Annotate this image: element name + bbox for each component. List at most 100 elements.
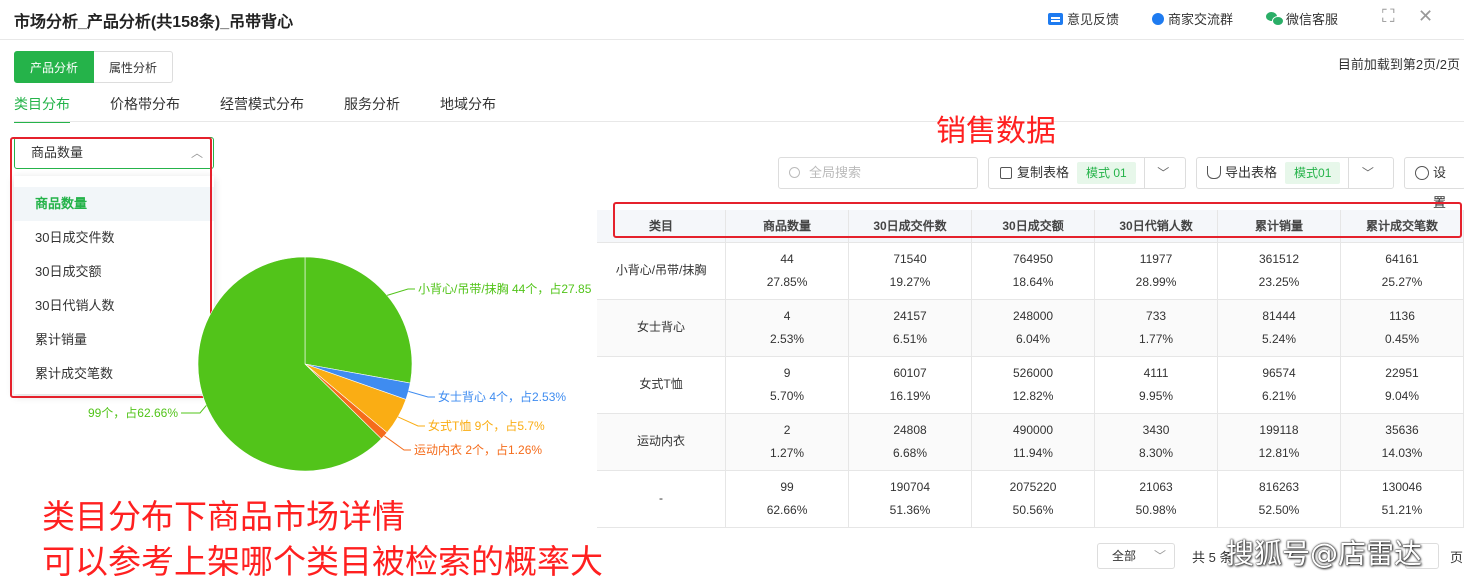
settings-button[interactable]: 设置 (1404, 157, 1464, 210)
cell-percent: 9.95% (1139, 388, 1174, 403)
value-cell: 64161 25.27% (1340, 242, 1464, 300)
cell-value: 526000 (1013, 365, 1054, 380)
cell-percent: 11.94% (1013, 445, 1053, 460)
tab-region[interactable]: 地域分布 (440, 94, 496, 123)
cell-value: 361512 (1258, 251, 1300, 266)
value-cell: 44 27.85% (725, 242, 850, 300)
value-cell: 248000 6.04% (971, 299, 1096, 357)
tab-price-band[interactable]: 价格带分布 (110, 94, 180, 123)
col-header-30d-resellers[interactable]: 30日代销人数 (1094, 210, 1219, 243)
value-cell: 81444 5.24% (1217, 299, 1341, 357)
pie-leader-line (408, 390, 435, 398)
cell-percent: 6.21% (1261, 388, 1297, 403)
cell-percent: 8.30% (1139, 445, 1174, 460)
cell-value: 96574 (1262, 365, 1296, 380)
cell-value: 99 (780, 479, 794, 494)
cell-percent: 52.50% (1258, 502, 1300, 517)
cell-percent: 2.53% (770, 331, 805, 346)
page-size-select[interactable]: 全部 ﹀ (1097, 543, 1175, 569)
tab-business-mode[interactable]: 经营模式分布 (220, 94, 304, 123)
export-table-label: 导出表格 (1225, 165, 1278, 180)
value-cell: 21063 50.98% (1094, 470, 1219, 528)
cell-value: 4111 (1143, 365, 1169, 380)
pie-leader-line (386, 288, 415, 296)
cell-value: 44 (780, 251, 794, 266)
value-cell: 60107 16.19% (848, 356, 972, 414)
close-icon[interactable]: ✕ (1418, 6, 1433, 27)
tab-service[interactable]: 服务分析 (344, 94, 400, 123)
copy-chevron-down-icon[interactable]: ﹀ (1143, 158, 1182, 188)
cell-value: 4 (783, 308, 791, 323)
value-cell: 35636 14.03% (1340, 413, 1464, 471)
export-table-button[interactable]: 导出表格 模式01 ﹀ (1196, 157, 1394, 189)
cell-value: 2 (783, 422, 791, 437)
cell-percent: 50.56% (1012, 502, 1054, 517)
metric-option-product-count[interactable]: 商品数量 (14, 187, 214, 221)
cell-percent: 50.98% (1135, 502, 1177, 517)
value-cell: 9 5.70% (725, 356, 850, 414)
cell-value: 81444 (1262, 308, 1296, 323)
cell-value: 816263 (1258, 479, 1300, 494)
value-cell: 22951 9.04% (1340, 356, 1464, 414)
pie-label: 运动内衣 2个，占1.26% (414, 442, 542, 457)
pie-label: 女式T恤 9个，占5.7% (428, 418, 545, 433)
annotation-line-2: 可以参考上架哪个类目被检索的概率大 (42, 542, 603, 578)
cell-percent: 1.27% (770, 445, 805, 460)
cell-percent: 12.81% (1258, 445, 1300, 460)
cell-percent: 18.64% (1012, 274, 1054, 289)
col-header-total-sales[interactable]: 累计销量 (1217, 210, 1341, 243)
tab-divider (14, 121, 1464, 122)
col-header-30d-units[interactable]: 30日成交件数 (848, 210, 972, 243)
cell-value: 11977 (1139, 251, 1173, 266)
table-row: 运动内衣 2 1.27% 24808 6.68% 490000 11.94% 3430 8.30… (597, 413, 1464, 471)
value-cell: 361512 23.25% (1217, 242, 1341, 300)
cell-value: 71540 (893, 251, 927, 266)
cell-percent: 19.27% (889, 274, 931, 289)
attribute-analysis-button[interactable]: 属性分析 (94, 51, 174, 83)
sales-data-table: 类目 商品数量 30日成交件数 30日成交额 30日代销人数 累计销量 累计成交… (597, 210, 1464, 528)
category-pie-chart: 小背心/吊带/抹胸 44个，占27.85 女士背心 4个，占2.53% 女式T恤 9… (88, 256, 592, 472)
feedback-link[interactable]: 意见反馈 (1048, 9, 1119, 28)
value-cell: 4 2.53% (725, 299, 850, 357)
chat-bubble-icon (1152, 12, 1164, 25)
category-cell: 女士背心 (597, 299, 727, 357)
cell-percent: 6.68% (893, 445, 928, 460)
pie-slice[interactable] (304, 256, 413, 384)
page-title: 市场分析_产品分析(共158条)_吊带背心 (14, 14, 294, 31)
cell-percent: 51.36% (889, 502, 931, 517)
annotation-line-1: 类目分布下商品市场详情 (42, 497, 405, 536)
analysis-toggle: 产品分析 属性分析 (14, 51, 174, 83)
global-search-input[interactable]: 全局搜索 (778, 157, 978, 189)
category-cell: - (597, 470, 727, 528)
gear-icon (1415, 166, 1429, 180)
product-analysis-button[interactable]: 产品分析 (14, 51, 95, 83)
col-header-product-count[interactable]: 商品数量 (725, 210, 850, 243)
tab-category[interactable]: 类目分布 (14, 94, 70, 123)
value-cell: 71540 19.27% (848, 242, 972, 300)
merchant-group-link[interactable]: 商家交流群 (1152, 9, 1233, 28)
col-header-30d-amount[interactable]: 30日成交额 (971, 210, 1096, 243)
value-cell: 96574 6.21% (1217, 356, 1341, 414)
cell-percent: 1.77% (1139, 331, 1174, 346)
cell-value: 733 (1146, 308, 1167, 323)
metric-select[interactable]: 商品数量 ︿ (14, 137, 214, 169)
value-cell: 764950 18.64% (971, 242, 1096, 300)
settings-label: 设置 (1433, 165, 1447, 210)
copy-mode-badge: 模式 01 (1077, 162, 1136, 184)
cell-value: 190704 (889, 479, 931, 494)
copy-table-label: 复制表格 (1017, 165, 1070, 180)
copy-table-button[interactable]: 复制表格 模式 01 ﹀ (988, 157, 1186, 189)
export-chevron-down-icon[interactable]: ﹀ (1348, 158, 1386, 188)
table-row: 女士背心 4 2.53% 24157 6.51% 248000 6.04% 733 1.77% 8… (597, 299, 1464, 357)
cell-percent: 9.04% (1384, 388, 1419, 403)
category-cell: 运动内衣 (597, 413, 727, 471)
col-header-category[interactable]: 类目 (597, 210, 727, 243)
cell-percent: 14.03% (1381, 445, 1423, 460)
expand-icon[interactable]: ⛶ (1382, 6, 1395, 27)
cell-percent: 16.19% (889, 388, 931, 403)
watermark-text: 搜狐号@店雷达 (1226, 537, 1423, 570)
col-header-total-orders[interactable]: 累计成交笔数 (1340, 210, 1464, 243)
wechat-service-link[interactable]: 微信客服 (1266, 9, 1338, 28)
wechat-service-label: 微信客服 (1286, 12, 1339, 27)
copy-icon (1000, 167, 1012, 179)
